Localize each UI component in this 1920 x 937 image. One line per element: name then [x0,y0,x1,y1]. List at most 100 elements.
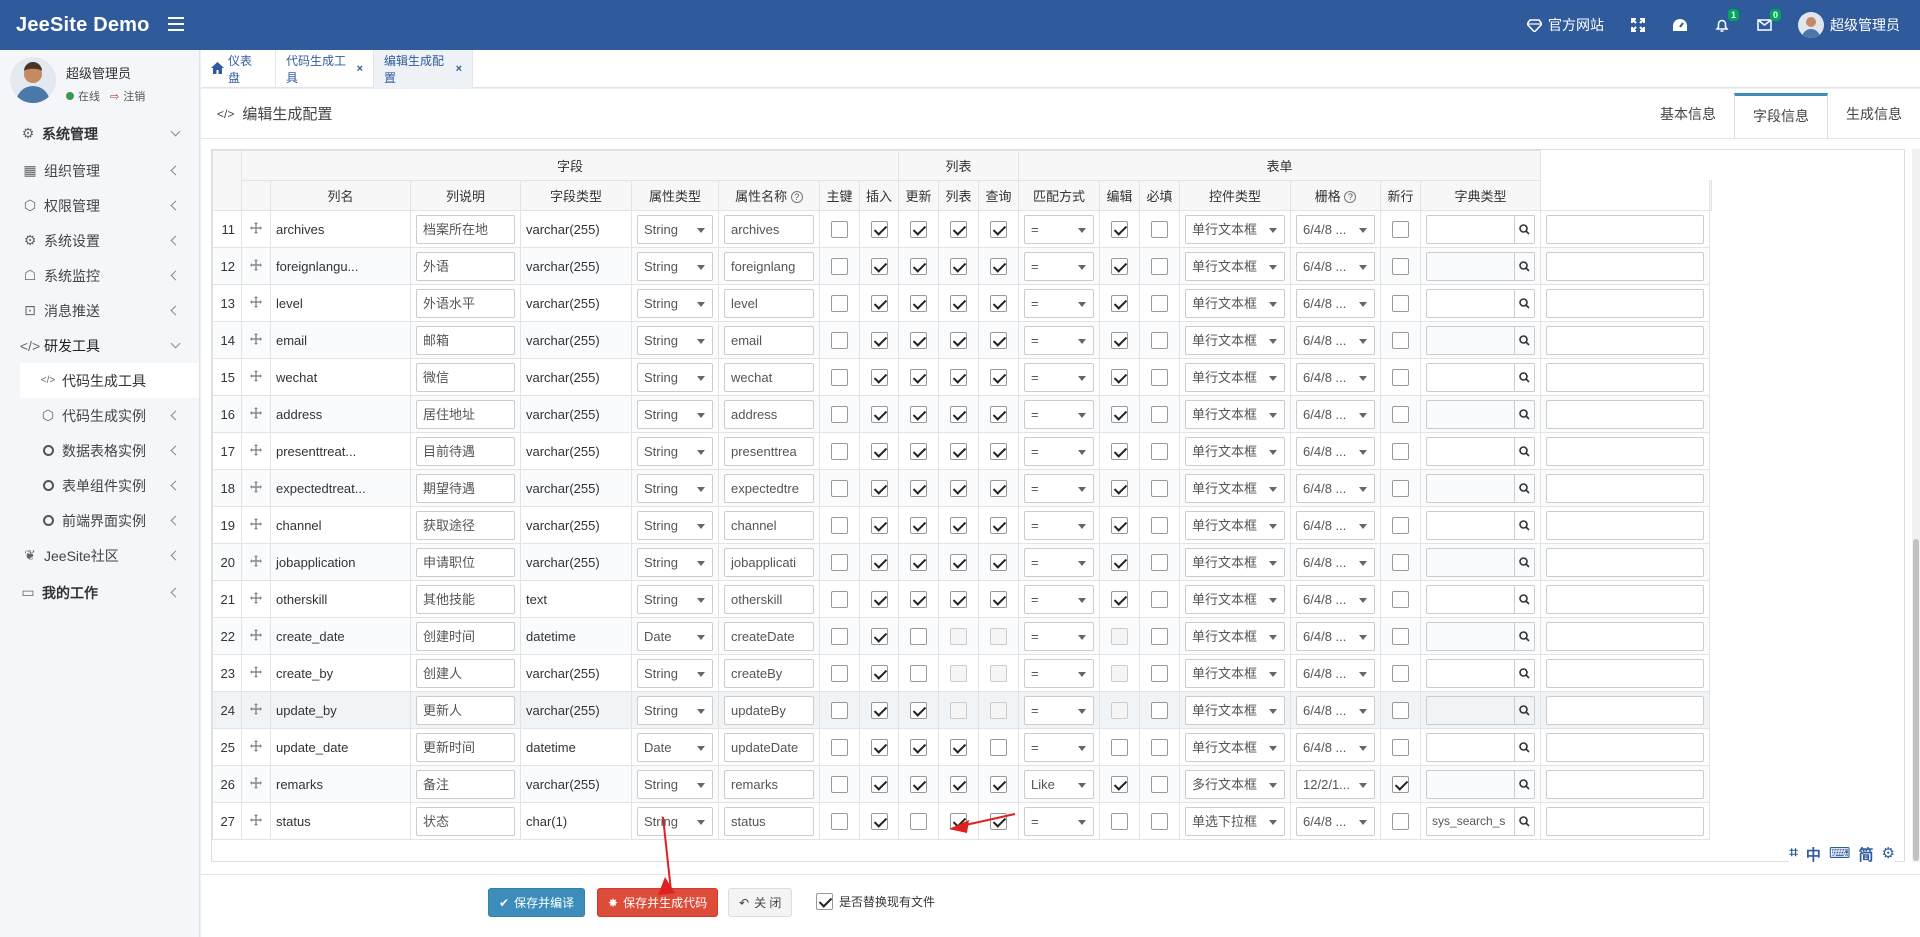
newline-checkbox[interactable] [1392,775,1410,793]
tab-dashboard[interactable]: 仪表盘 [201,50,276,88]
vertical-scrollbar[interactable] [1912,149,1920,862]
field-validation-input[interactable] [1546,695,1705,725]
attr-type-select[interactable]: String [637,251,713,281]
match-type-select[interactable]: = [1024,806,1095,836]
match-type-select[interactable]: = [1024,658,1095,688]
insert-checkbox[interactable] [870,553,888,571]
attr-type-select[interactable]: String [637,806,713,836]
edit-checkbox[interactable] [1111,294,1129,312]
grid-select[interactable]: 6/4/8 ... [1296,436,1376,466]
search-icon[interactable] [1514,289,1534,317]
pk-checkbox[interactable] [831,664,848,682]
match-type-select[interactable]: = [1024,584,1095,614]
drag-handle[interactable] [241,617,271,655]
column-comment-input[interactable]: 状态 [416,806,515,836]
search-icon[interactable] [1514,215,1534,243]
user-menu[interactable]: 超级管理员 [1785,0,1920,50]
required-checkbox[interactable] [1151,590,1169,608]
dict-type-input[interactable] [1426,621,1536,651]
notifications-button[interactable]: 1 [1701,0,1743,50]
drag-handle[interactable] [241,654,271,692]
column-comment-input[interactable]: 邮箱 [416,325,515,355]
sidebar-item-messages[interactable]: ⊡ 消息推送 [0,293,199,328]
attr-type-select[interactable]: String [637,547,713,577]
column-comment-input[interactable]: 更新时间 [416,732,515,762]
column-comment-input[interactable]: 期望待遇 [416,473,515,503]
update-checkbox[interactable] [910,220,928,238]
tab-codegen[interactable]: 代码生成工具 × [276,50,374,88]
drag-handle[interactable] [241,765,271,803]
grid-select[interactable]: 6/4/8 ... [1296,732,1376,762]
query-checkbox[interactable] [990,775,1008,793]
control-type-select[interactable]: 单行文本框 [1185,732,1286,762]
update-checkbox[interactable] [910,553,928,571]
list-checkbox[interactable] [950,331,968,349]
sidebar-item-settings[interactable]: ⚙ 系统设置 [0,223,199,258]
match-type-select[interactable]: = [1024,214,1095,244]
sidebar-item-system[interactable]: ⚙ 系统管理 [0,114,199,153]
messages-button[interactable]: 0 [1743,0,1785,50]
edit-checkbox[interactable] [1111,479,1129,497]
search-icon[interactable] [1514,585,1534,613]
insert-checkbox[interactable] [870,479,888,497]
sidebar-item-frontend-demo[interactable]: 前端界面实例 [0,503,199,538]
drag-handle[interactable] [241,210,271,248]
dict-type-input[interactable] [1426,473,1536,503]
list-checkbox[interactable] [950,294,968,312]
edit-checkbox[interactable] [1111,331,1129,349]
update-checkbox[interactable] [910,775,928,793]
control-type-select[interactable]: 单行文本框 [1185,325,1286,355]
pk-checkbox[interactable] [831,590,848,608]
attr-type-select[interactable]: Date [637,621,713,651]
newline-checkbox[interactable] [1392,405,1410,423]
list-checkbox[interactable] [950,368,968,386]
list-checkbox[interactable] [950,516,968,534]
control-type-select[interactable]: 单行文本框 [1185,362,1286,392]
query-checkbox[interactable] [990,368,1008,386]
field-validation-input[interactable] [1546,769,1705,799]
drag-handle[interactable] [241,358,271,396]
official-site-link[interactable]: 官方网站 [1513,0,1617,50]
list-checkbox[interactable] [950,775,968,793]
column-comment-input[interactable]: 创建时间 [416,621,515,651]
attr-name-input[interactable]: level [724,288,814,318]
insert-checkbox[interactable] [870,294,888,312]
pk-checkbox[interactable] [831,516,848,534]
search-icon[interactable] [1514,511,1534,539]
edit-checkbox[interactable] [1111,405,1129,423]
required-checkbox[interactable] [1151,368,1169,386]
control-type-select[interactable]: 单行文本框 [1185,214,1286,244]
dashboard-button[interactable] [1659,0,1701,50]
update-checkbox[interactable] [910,442,928,460]
replace-files-option[interactable]: 是否替换现有文件 [816,893,935,910]
column-comment-input[interactable]: 外语 [416,251,515,281]
required-checkbox[interactable] [1151,331,1169,349]
scrollbar-thumb[interactable] [1913,539,1919,861]
field-validation-input[interactable] [1546,288,1705,318]
update-checkbox[interactable] [910,405,928,423]
attr-name-input[interactable]: foreignlang [724,251,814,281]
attr-name-input[interactable]: updateDate [724,732,814,762]
insert-checkbox[interactable] [870,516,888,534]
drag-handle[interactable] [241,580,271,618]
pk-checkbox[interactable] [831,738,848,756]
newline-checkbox[interactable] [1392,294,1410,312]
update-checkbox[interactable] [910,627,928,645]
dict-type-input[interactable] [1426,584,1536,614]
help-icon[interactable]: ? [790,191,803,203]
match-type-select[interactable]: = [1024,362,1095,392]
edit-checkbox[interactable] [1111,738,1129,756]
match-type-select[interactable]: = [1024,695,1095,725]
field-validation-input[interactable] [1546,584,1705,614]
newline-checkbox[interactable] [1392,220,1410,238]
grid-select[interactable]: 6/4/8 ... [1296,473,1376,503]
field-validation-input[interactable] [1546,325,1705,355]
update-checkbox[interactable] [910,479,928,497]
pk-checkbox[interactable] [831,812,848,830]
sidebar-item-permission[interactable]: ⬡ 权限管理 [0,188,199,223]
required-checkbox[interactable] [1151,775,1169,793]
search-icon[interactable] [1514,622,1534,650]
insert-checkbox[interactable] [870,775,888,793]
match-type-select[interactable]: Like [1024,769,1095,799]
newline-checkbox[interactable] [1392,442,1410,460]
